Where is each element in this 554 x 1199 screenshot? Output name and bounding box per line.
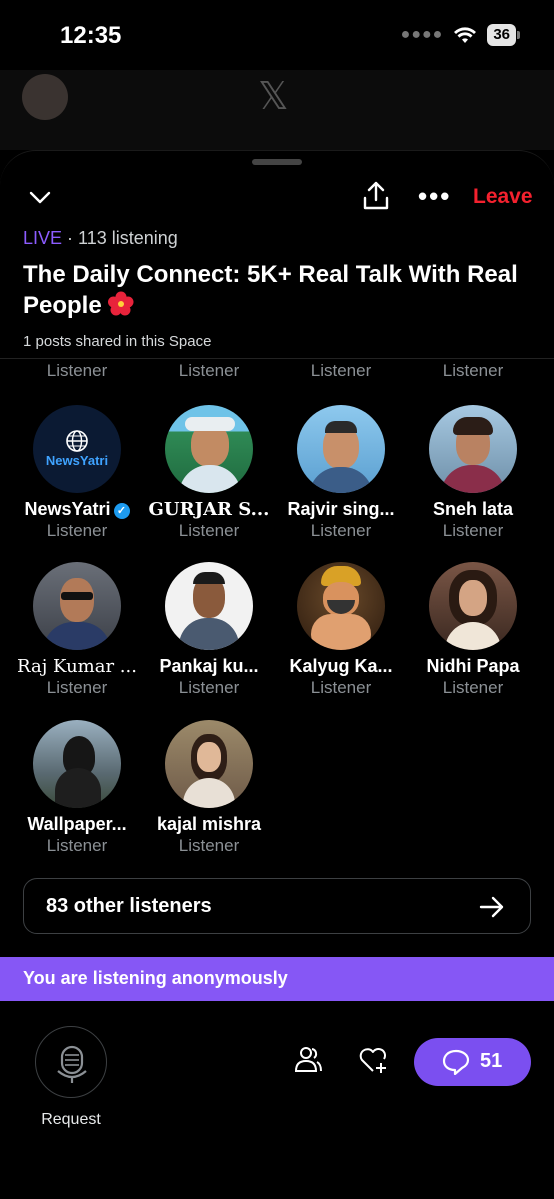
listener-item[interactable]: Nidhi Papa Listener: [407, 562, 539, 698]
avatar: [165, 562, 253, 650]
listener-name: Wallpaper...: [27, 814, 127, 834]
listener-name: Raj Kumar ...: [17, 656, 137, 677]
listener-role: Listener: [310, 361, 372, 380]
listener-name: NewsYatri ✓: [11, 499, 143, 520]
share-icon[interactable]: [362, 181, 390, 211]
profile-avatar[interactable]: [22, 74, 68, 120]
listener-item[interactable]: Rajvir sing... Listener: [275, 405, 407, 541]
live-status: LIVE · 113 listening: [23, 228, 178, 249]
listener-name: Sneh lata: [432, 499, 514, 519]
listener-role: Listener: [442, 521, 504, 540]
comment-icon: [442, 1049, 470, 1075]
status-bar: 12:35 ●●●● 36: [0, 0, 554, 70]
listener-role: Listener: [442, 678, 504, 697]
other-listeners-button[interactable]: 83 other listeners: [23, 878, 531, 934]
request-mic-button[interactable]: [35, 1026, 107, 1098]
more-options-icon[interactable]: •••: [418, 181, 451, 212]
listener-role: Listener: [178, 678, 240, 697]
listener-item[interactable]: Sneh lata Listener: [407, 405, 539, 541]
avatar: [33, 562, 121, 650]
listener-role: Listener: [178, 521, 240, 540]
listener-item[interactable]: Wallpaper... Listener: [11, 720, 143, 856]
anonymous-banner-text: You are listening anonymously: [23, 968, 288, 988]
listener-name: Rajvir sing...: [287, 499, 395, 519]
shared-posts-info[interactable]: 1 posts shared in this Space: [23, 333, 211, 350]
request-label: Request: [41, 1111, 101, 1128]
avatar: NewsYatri: [33, 405, 121, 493]
listeners-grid: Listener Listener Listener Listener News…: [0, 359, 554, 859]
avatar-logo-text: NewsYatri: [45, 453, 109, 468]
listener-name: Nidhi Papa: [426, 656, 520, 676]
arrow-right-icon: [479, 896, 504, 918]
space-sheet: ••• Leave LIVE · 113 listening The Daily…: [0, 150, 554, 1199]
listener-item[interactable]: kajal mishra Listener: [143, 720, 275, 856]
listener-item[interactable]: Raj Kumar ... Listener: [11, 562, 143, 698]
heart-plus-icon[interactable]: [358, 1045, 388, 1075]
listener-name: Kalyug Ka...: [289, 656, 393, 676]
comments-button[interactable]: 51: [414, 1038, 531, 1086]
listener-role: Listener: [178, 836, 240, 855]
verified-badge-icon: ✓: [113, 503, 130, 519]
live-badge: LIVE: [23, 228, 63, 248]
listener-item[interactable]: GURJAR S... Listener: [143, 405, 275, 541]
avatar: [165, 405, 253, 493]
listener-role: Listener: [46, 836, 108, 855]
avatar: [429, 562, 517, 650]
listener-role: Listener: [46, 678, 108, 697]
listener-role: Listener: [310, 678, 372, 697]
sheet-grabber[interactable]: [252, 159, 302, 165]
avatar: [33, 720, 121, 808]
avatar: [165, 720, 253, 808]
wifi-icon: [454, 27, 477, 43]
listener-role: Listener: [442, 361, 504, 380]
anonymous-banner: You are listening anonymously: [0, 957, 554, 1001]
status-time: 12:35: [60, 22, 122, 49]
listener-role: Listener: [178, 361, 240, 380]
listener-role: Listener: [310, 521, 372, 540]
other-listeners-label: 83 other listeners: [46, 895, 212, 917]
microphone-icon: [57, 1045, 87, 1083]
listener-name: Pankaj ku...: [159, 656, 259, 676]
avatar: [297, 405, 385, 493]
leave-button[interactable]: Leave: [473, 185, 533, 209]
people-icon[interactable]: [293, 1045, 323, 1075]
background-header: 𝕏: [0, 70, 554, 150]
x-logo-icon: 𝕏: [258, 74, 289, 118]
listener-item[interactable]: Kalyug Ka... Listener: [275, 562, 407, 698]
avatar: [429, 405, 517, 493]
listener-role: Listener: [46, 521, 108, 540]
signal-icon: ●●●●: [400, 26, 444, 43]
battery-indicator: 36: [487, 24, 520, 46]
listening-count: · 113 listening: [67, 228, 178, 248]
listener-item[interactable]: Pankaj ku... Listener: [143, 562, 275, 698]
globe-icon: [66, 430, 88, 452]
status-icons: ●●●● 36: [400, 24, 520, 46]
listener-name: GURJAR S...: [148, 499, 270, 520]
listener-item[interactable]: NewsYatri NewsYatri ✓ Listener: [11, 405, 143, 541]
hibiscus-emoji-icon: [108, 291, 134, 316]
listener-name: kajal mishra: [156, 814, 262, 834]
space-topbar: ••• Leave: [0, 179, 554, 219]
chevron-down-icon[interactable]: [28, 185, 52, 209]
avatar: [297, 562, 385, 650]
space-title: The Daily Connect: 5K+ Real Talk With Re…: [23, 261, 518, 319]
listener-role: Listener: [46, 361, 108, 380]
comments-count: 51: [480, 1050, 503, 1072]
